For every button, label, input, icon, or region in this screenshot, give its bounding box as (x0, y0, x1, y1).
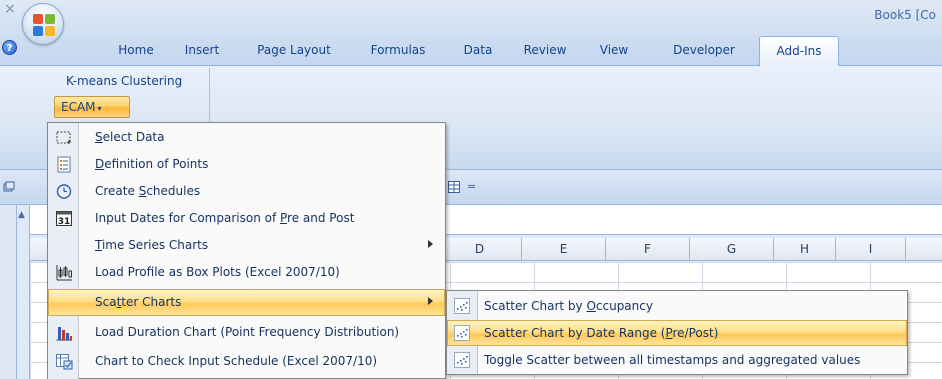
tab-home[interactable]: Home (108, 36, 164, 66)
menu-item-label: Input Dates for Comparison of Pre and Po… (95, 211, 355, 225)
scatter-icon (454, 298, 470, 314)
menu-item-load-profile-box-plots[interactable]: Load Profile as Box Plots (Excel 2007/10… (48, 259, 445, 286)
clock-icon (56, 184, 72, 199)
submenu-item-label: Scatter Chart by Occupancy (484, 299, 653, 313)
table-icon[interactable] (448, 181, 460, 193)
left-gutter (0, 205, 16, 379)
menu-item-time-series-charts[interactable]: Time Series Charts (48, 232, 445, 259)
ecam-menu-button[interactable]: ECAM ▾ (54, 96, 130, 118)
menu-item-select-data[interactable]: Select Data (48, 124, 445, 151)
chevron-down-icon: ▾ (97, 104, 102, 113)
tab-formulas[interactable]: Formulas (356, 36, 440, 66)
points-list-icon (57, 156, 71, 173)
menu-item-label: Load Profile as Box Plots (Excel 2007/10… (95, 265, 340, 279)
tab-view[interactable]: View (592, 36, 636, 66)
title-bar (0, 0, 942, 30)
office-button[interactable] (22, 3, 64, 45)
office-logo-icon (33, 14, 55, 36)
menu-item-scatter-charts[interactable]: Scatter Charts (48, 289, 445, 316)
k-means-clustering-button[interactable]: K-means Clustering (66, 74, 182, 88)
column-header-f[interactable]: F (606, 238, 690, 261)
bar-chart-icon (56, 327, 72, 341)
schedule-check-icon (56, 354, 73, 370)
vertical-scrollbar[interactable] (16, 205, 30, 379)
column-header-i[interactable]: I (836, 238, 906, 261)
tab-developer[interactable]: Developer (658, 36, 750, 66)
menu-item-definition-of-points[interactable]: Definition of Points (48, 151, 445, 178)
tab-review[interactable]: Review (514, 36, 576, 66)
column-header-e[interactable]: E (522, 238, 606, 261)
close-icon[interactable]: × (3, 2, 17, 16)
menu-item-label: Load Duration Chart (Point Frequency Dis… (95, 325, 400, 339)
menu-item-label: Create Schedules (95, 184, 201, 198)
svg-text:31: 31 (58, 217, 71, 227)
submenu-item-toggle-scatter[interactable]: Toggle Scatter between all timestamps an… (447, 347, 907, 373)
submenu-item-scatter-by-date-range[interactable]: Scatter Chart by Date Range (Pre/Post) (447, 320, 907, 346)
tab-add-ins[interactable]: Add-Ins (759, 36, 839, 67)
menu-item-input-dates[interactable]: 31 Input Dates for Comparison of Pre and… (48, 205, 445, 232)
submenu-item-label: Toggle Scatter between all timestamps an… (484, 353, 861, 367)
scroll-up-icon[interactable]: ▲ (18, 210, 25, 220)
scatter-icon (454, 352, 470, 368)
customize-quick-access-icon[interactable]: = (467, 180, 476, 193)
window-title: Book5 [Co (874, 8, 936, 22)
window-restore-icon[interactable] (3, 181, 15, 193)
menu-item-label: Scatter Charts (95, 295, 182, 309)
calendar-31-icon: 31 (56, 211, 72, 227)
tab-data[interactable]: Data (456, 36, 500, 66)
menu-item-chart-check-input-schedule[interactable]: Chart to Check Input Schedule (Excel 200… (48, 348, 445, 375)
tab-insert[interactable]: Insert (174, 36, 230, 66)
menu-item-load-duration-chart[interactable]: Load Duration Chart (Point Frequency Dis… (48, 319, 445, 346)
box-plot-icon (56, 265, 72, 281)
column-header-d[interactable]: D (438, 238, 522, 261)
menu-item-create-schedules[interactable]: Create Schedules (48, 178, 445, 205)
menu-item-label: Chart to Check Input Schedule (Excel 200… (95, 354, 378, 368)
submenu-arrow-icon (428, 297, 433, 305)
menu-item-label: Time Series Charts (95, 238, 209, 252)
submenu-item-scatter-by-occupancy[interactable]: Scatter Chart by Occupancy (447, 293, 907, 319)
scatter-icon (454, 325, 470, 341)
tab-page-layout[interactable]: Page Layout (246, 36, 342, 66)
help-icon[interactable]: ? (2, 40, 17, 55)
submenu-arrow-icon (428, 240, 433, 248)
menu-item-label: Select Data (95, 130, 165, 144)
column-header-h[interactable]: H (774, 238, 836, 261)
menu-item-label: Definition of Points (95, 157, 209, 171)
submenu-item-label: Scatter Chart by Date Range (Pre/Post) (484, 326, 719, 340)
column-header-g[interactable]: G (690, 238, 774, 261)
select-data-icon (56, 131, 71, 144)
ecam-button-label: ECAM (61, 100, 96, 114)
